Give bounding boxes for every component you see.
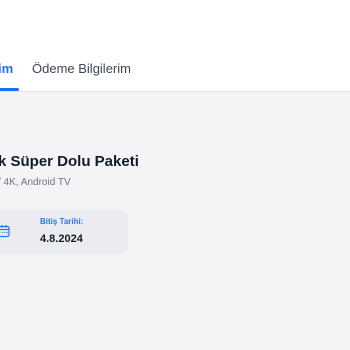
tab-payment-info[interactable]: Ödeme Bilgilerim xyxy=(32,61,131,76)
tab-active[interactable]: im xyxy=(0,61,13,76)
active-tab-indicator xyxy=(0,88,19,91)
package-subtitle: / 4K, Android TV xyxy=(0,177,71,188)
top-tab-bar: im Ödeme Bilgilerim xyxy=(0,0,350,92)
package-title: k Süper Dolu Paketi xyxy=(0,153,139,170)
end-date-label: Bitiş Tarihi: xyxy=(40,217,84,226)
end-date-value: 4.8.2024 xyxy=(40,233,83,245)
calendar-icon xyxy=(0,225,10,238)
